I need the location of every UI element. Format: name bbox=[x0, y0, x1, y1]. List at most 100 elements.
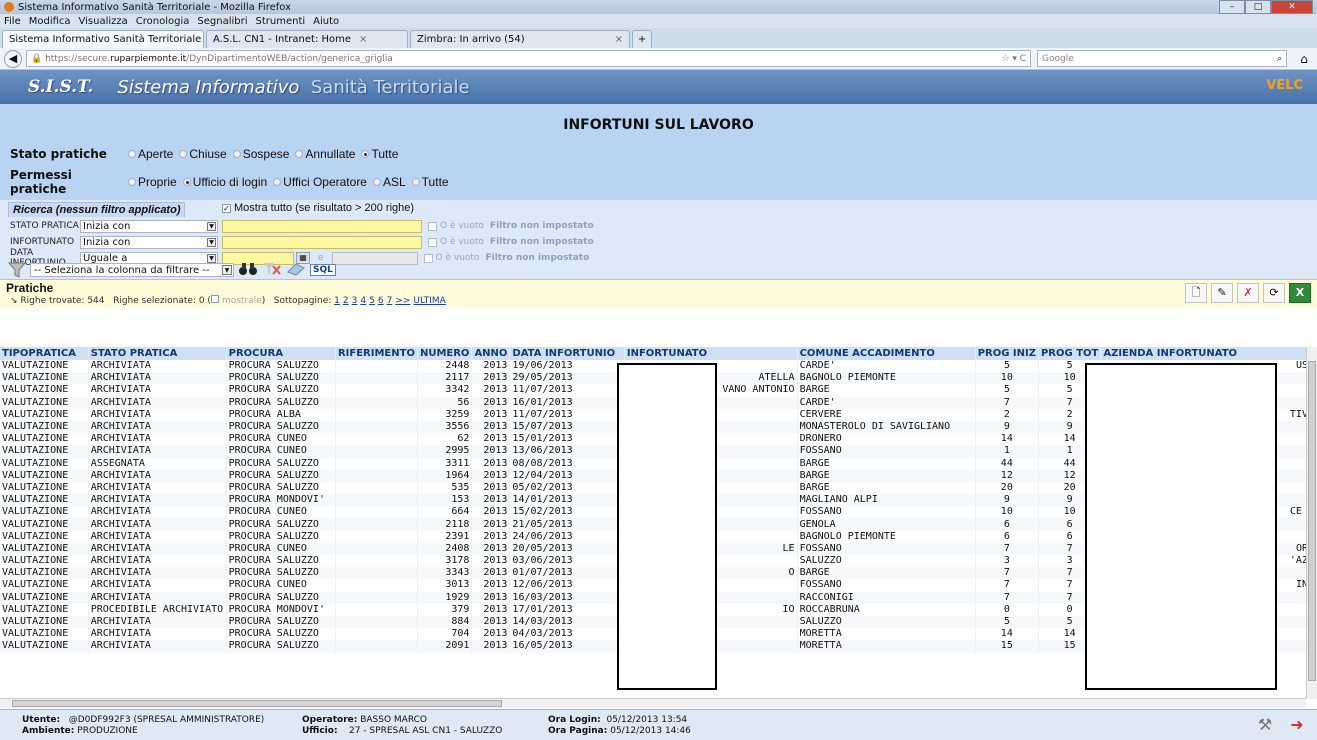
menu-visualizza[interactable]: Visualizza bbox=[79, 16, 128, 27]
header-col-azienda-infortunato[interactable]: AZIENDA INFORTUNATO bbox=[1100, 347, 1317, 360]
scrollbar-thumb[interactable] bbox=[12, 700, 502, 707]
checkbox[interactable] bbox=[428, 237, 437, 247]
page-link-3[interactable]: 3 bbox=[352, 296, 358, 306]
close-tab-icon[interactable]: × bbox=[615, 34, 623, 45]
radio-annullate[interactable]: Annullate bbox=[295, 147, 355, 161]
cell-prog-iniz: 44 bbox=[975, 457, 1039, 470]
ufficio-info: Ufficio: 27 - SPRESAL ASL CN1 - SALUZZO bbox=[302, 726, 502, 736]
menu-cronologia[interactable]: Cronologia bbox=[136, 16, 190, 27]
radio-sospese[interactable]: Sospese bbox=[232, 147, 289, 161]
cell-anno: 2013 bbox=[471, 360, 511, 373]
column-filter-select[interactable]: -- Seleziona la colonna da filtrare -- ▼ bbox=[30, 263, 234, 277]
filter-value-input[interactable] bbox=[222, 219, 422, 233]
url-prefix: https://secure. bbox=[45, 53, 111, 64]
maximize-button[interactable]: □ bbox=[1245, 0, 1271, 14]
url-path: /DynDipartimentoWEB/action/generica_grig… bbox=[186, 53, 393, 64]
minimize-button[interactable]: – bbox=[1219, 0, 1245, 14]
page-link-4[interactable]: 4 bbox=[360, 296, 366, 306]
radio-tutte[interactable]: Tutte bbox=[361, 147, 398, 161]
tab-intranet[interactable]: A.S.L. CN1 - Intranet: Home × bbox=[206, 30, 408, 48]
logout-icon[interactable]: ➜ bbox=[1287, 715, 1307, 735]
checkbox[interactable] bbox=[428, 221, 437, 231]
cell-riferimento bbox=[335, 384, 418, 397]
cell-riferimento bbox=[335, 628, 418, 641]
ora-login-value: 05/12/2013 13:54 bbox=[606, 715, 688, 725]
radio-asl[interactable]: ASL bbox=[372, 175, 406, 189]
mostrale-checkbox[interactable] bbox=[210, 295, 219, 303]
binoculars-icon[interactable] bbox=[238, 262, 258, 278]
cell-anno: 2013 bbox=[471, 494, 511, 507]
close-window-button[interactable]: ✕ bbox=[1271, 0, 1313, 14]
page-link-1[interactable]: 1 bbox=[334, 296, 340, 306]
header-col-data-infortunio[interactable]: DATA INFORTUNIO bbox=[509, 347, 625, 360]
header-col-prog-iniz[interactable]: PROG INIZ bbox=[975, 347, 1039, 360]
cell-data-infortunio: 19/06/2013 bbox=[509, 360, 625, 373]
header-col-infortunato[interactable]: INFORTUNATO bbox=[624, 347, 798, 360]
cell-prog-iniz: 3 bbox=[975, 555, 1039, 568]
filter-operator-select[interactable]: Inizia con ▼ bbox=[80, 219, 218, 233]
search-icon[interactable]: ⌕ bbox=[1277, 54, 1282, 64]
radio-uffici-operatore[interactable]: Uffici Operatore bbox=[273, 175, 367, 189]
radio-ufficio-login[interactable]: Ufficio di login bbox=[182, 175, 267, 189]
edit-document-icon[interactable]: ✎ bbox=[1211, 283, 1233, 303]
page-link-last[interactable]: ULTIMA bbox=[413, 296, 445, 306]
vuoto-checkbox[interactable]: O è vuoto bbox=[423, 253, 479, 263]
vuoto-checkbox[interactable]: O è vuoto bbox=[428, 221, 484, 231]
menu-aiuto[interactable]: Aiuto bbox=[313, 16, 339, 27]
home-icon[interactable]: ⌂ bbox=[1295, 52, 1313, 66]
close-tab-icon[interactable]: × bbox=[359, 34, 367, 45]
scrollbar-thumb[interactable] bbox=[1308, 361, 1316, 681]
header-col-tipopratica[interactable]: TIPOPRATICA bbox=[0, 347, 89, 360]
eraser-icon[interactable] bbox=[286, 262, 306, 278]
sql-button[interactable]: SQL bbox=[310, 264, 336, 276]
radio-aperte[interactable]: Aperte bbox=[128, 147, 173, 161]
delete-document-icon[interactable]: ✗ bbox=[1237, 283, 1259, 303]
header-col-comune-accadimento[interactable]: COMUNE ACCADIMENTO bbox=[797, 347, 976, 360]
cell-tipopratica: VALUTAZIONE bbox=[0, 481, 89, 495]
header-col-numero[interactable]: NUMERO bbox=[417, 347, 473, 360]
vuoto-checkbox[interactable]: O è vuoto bbox=[428, 237, 484, 247]
new-document-icon[interactable]: 🗋 bbox=[1185, 283, 1207, 303]
page-link-2[interactable]: 2 bbox=[343, 296, 349, 306]
radio-chiuse[interactable]: Chiuse bbox=[179, 147, 227, 161]
header-col-riferimento[interactable]: RIFERIMENTO bbox=[335, 347, 418, 360]
radio-permessi-tutte[interactable]: Tutte bbox=[411, 175, 449, 189]
checkbox[interactable] bbox=[423, 253, 433, 263]
page-link-6[interactable]: 6 bbox=[378, 296, 384, 306]
menu-file[interactable]: File bbox=[4, 16, 21, 27]
cell-prog-iniz: 14 bbox=[975, 433, 1039, 446]
back-arrow-icon[interactable]: ◀ bbox=[4, 49, 22, 68]
menu-modifica[interactable]: Modifica bbox=[29, 16, 71, 27]
header-col-prog-tot[interactable]: PROG TOT bbox=[1038, 347, 1102, 360]
tab-sist[interactable]: Sistema Informativo Sanità Territoriale× bbox=[2, 30, 218, 48]
page-link-5[interactable]: 5 bbox=[369, 296, 375, 306]
excel-export-icon[interactable]: X bbox=[1289, 283, 1311, 303]
tools-icon[interactable]: ⚒ bbox=[1255, 715, 1275, 735]
page-link-next[interactable]: >> bbox=[395, 296, 410, 306]
new-tab-button[interactable]: + bbox=[632, 30, 652, 48]
horizontal-scrollbar[interactable] bbox=[0, 698, 1306, 708]
url-bar[interactable]: 🔒 https://secure. ruparpiemonte.it/DynDip… bbox=[26, 50, 1031, 67]
filter-value-input[interactable] bbox=[222, 235, 422, 249]
header-col-procura[interactable]: PROCURA bbox=[226, 347, 336, 360]
radio-proprie[interactable]: Proprie bbox=[128, 175, 177, 189]
browser-search-input[interactable]: Google ⌕ bbox=[1037, 50, 1287, 67]
vertical-scrollbar[interactable] bbox=[1306, 347, 1317, 699]
cell-data-infortunio: 16/05/2013 bbox=[509, 640, 625, 653]
mostra-tutto-checkbox[interactable]: ✓ Mostra tutto (se risultato > 200 righe… bbox=[222, 202, 414, 214]
tab-zimbra[interactable]: Zimbra: In arrivo (54) × bbox=[410, 30, 630, 48]
clear-filter-icon[interactable] bbox=[262, 262, 282, 278]
filter-operator-select[interactable]: Inizia con ▼ bbox=[80, 235, 218, 249]
menu-segnalibri[interactable]: Segnalibri bbox=[197, 16, 247, 27]
cell-prog-iniz: 2 bbox=[975, 408, 1039, 421]
refresh-icon[interactable]: ⟳ bbox=[1263, 283, 1285, 303]
cell-data-infortunio: 20/05/2013 bbox=[509, 542, 625, 555]
menu-strumenti[interactable]: Strumenti bbox=[256, 16, 306, 27]
checkbox-checked[interactable]: ✓ bbox=[222, 203, 231, 213]
date-to-input[interactable] bbox=[331, 251, 418, 265]
header-col-stato-pratica[interactable]: STATO PRATICA bbox=[88, 347, 227, 360]
firefox-icon bbox=[4, 2, 14, 12]
page-link-7[interactable]: 7 bbox=[387, 296, 393, 306]
reload-icon[interactable]: ☆ ▾ C bbox=[1001, 54, 1026, 64]
header-col-anno[interactable]: ANNO bbox=[471, 347, 511, 360]
